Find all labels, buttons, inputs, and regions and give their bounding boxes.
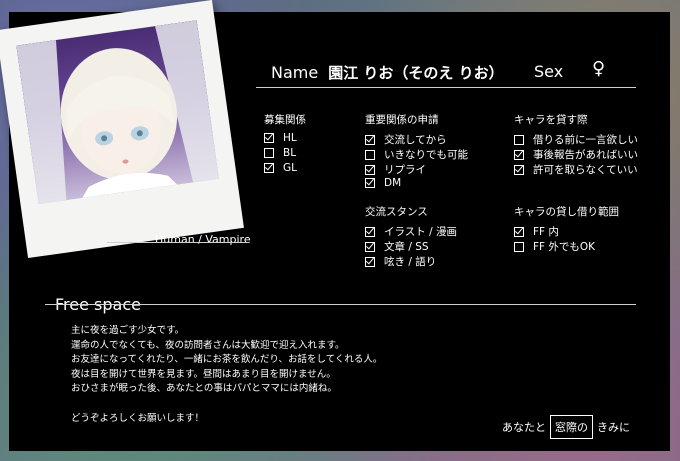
checkbox-icon — [514, 164, 524, 175]
signature-before: あなたと — [502, 421, 546, 434]
checkbox-icon — [514, 134, 524, 145]
checkbox-icon — [264, 148, 274, 158]
checkbox-icon — [365, 149, 375, 160]
section-title-lend: キャラを貸す際 — [514, 114, 588, 126]
name-value: 園江 りお（そのえ りお） — [328, 64, 504, 82]
section-title-stance: 交流スタンス — [365, 206, 428, 218]
female-icon: ♀ — [592, 58, 606, 79]
checkbox-stance-2: 文章 / SS — [365, 239, 429, 254]
checkbox-important-3: リプライ — [365, 162, 426, 177]
checkbox-lend-3: 許可を取らなくていい — [514, 162, 638, 177]
checkbox-recruit-hl: HL — [264, 132, 297, 144]
free-space-underline — [45, 304, 636, 305]
checkbox-important-2: いきなりでも可能 — [365, 147, 468, 162]
checkbox-icon — [365, 178, 375, 188]
checkbox-lend-2: 事後報告があればいい — [514, 147, 638, 162]
checkbox-important-4: DM — [365, 177, 401, 189]
checkbox-icon — [264, 133, 274, 143]
checkbox-important-1: 交流してから — [365, 132, 447, 147]
checkbox-recruit-bl: BL — [264, 147, 296, 159]
name-row: Name 園江 りお（そのえ りお） — [271, 62, 504, 83]
section-title-recruit: 募集関係 — [264, 114, 306, 126]
sex-label: Sex — [534, 62, 564, 81]
character-polaroid — [0, 0, 244, 259]
species-label: Human / Vampire — [155, 233, 251, 246]
background-frame: Human / Vampire Name 園江 りお（そのえ りお） Sex ♀… — [0, 0, 680, 461]
checkbox-icon — [365, 134, 375, 145]
checkbox-recruit-gl: GL — [264, 162, 297, 174]
character-illustration — [16, 20, 219, 205]
profile-card: Human / Vampire Name 園江 りお（そのえ りお） Sex ♀… — [0, 0, 670, 451]
section-title-range: キャラの貸し借り範囲 — [514, 206, 619, 218]
checkbox-icon — [365, 241, 375, 252]
species-underline — [107, 242, 247, 243]
checkbox-range-2: FF 外でもOK — [514, 239, 595, 254]
checkbox-icon — [365, 164, 375, 175]
signature-boxed: 窓際の — [550, 415, 593, 439]
character-portrait — [16, 20, 219, 205]
signature: あなたと 窓際の きみに — [502, 415, 630, 439]
checkbox-icon — [365, 256, 375, 267]
checkbox-stance-1: イラスト / 漫画 — [365, 224, 457, 239]
free-space-text: 主に夜を過ごす少女です。 運命の人でなくても、夜の訪問者さんは大歓迎で迎え入れま… — [71, 325, 383, 424]
signature-after: きみに — [597, 421, 630, 434]
header-underline — [256, 87, 636, 88]
section-title-important: 重要関係の申請 — [365, 114, 439, 126]
checkbox-icon — [365, 226, 375, 237]
checkbox-stance-3: 呟き / 語り — [365, 254, 436, 269]
checkbox-icon — [514, 226, 524, 237]
checkbox-range-1: FF 内 — [514, 224, 559, 239]
checkbox-lend-1: 借りる前に一言欲しい — [514, 132, 638, 147]
checkbox-icon — [514, 149, 524, 160]
checkbox-icon — [514, 241, 524, 252]
checkbox-icon — [264, 163, 274, 173]
name-label: Name — [271, 63, 319, 82]
